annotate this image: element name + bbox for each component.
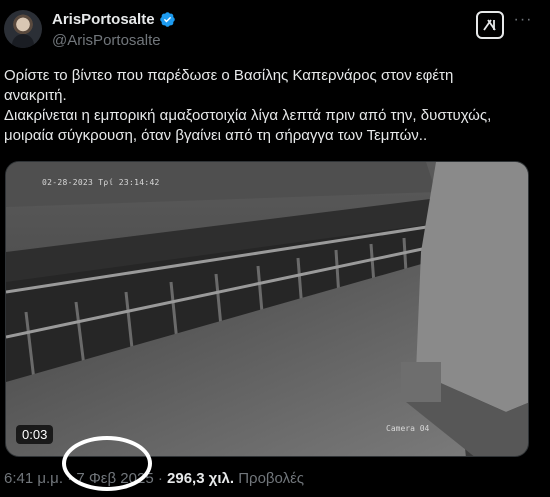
- cctv-frame: [6, 162, 528, 456]
- verified-badge-icon: [159, 11, 176, 28]
- views-count[interactable]: 296,3 χιλ.: [167, 470, 234, 487]
- video-duration-badge: 0:03: [16, 425, 54, 444]
- meta-separator: ·: [157, 470, 163, 487]
- tweet-text-line: Διακρίνεται η εμπορική αμαξοστοιχία λίγα…: [4, 107, 492, 124]
- tweet-date[interactable]: 7 Φεβ 2025: [76, 470, 153, 487]
- author-display-name[interactable]: ArisPortosalte: [52, 11, 155, 28]
- author-avatar[interactable]: [4, 10, 42, 48]
- pillar-base: [401, 362, 441, 402]
- tweet-text-line: Ορίστε το βίντεο που παρέδωσε ο Βασίλης …: [4, 67, 454, 84]
- author-handle[interactable]: @ArisPortosalte: [52, 32, 161, 49]
- grok-icon[interactable]: [476, 11, 504, 39]
- tweet-time[interactable]: 6:41 μ.μ.: [4, 470, 63, 487]
- tweet-text-line: ανακριτή.: [4, 87, 67, 104]
- video-camera-label: Camera 04: [386, 424, 430, 433]
- tweet-meta: 6:41 μ.μ. · 7 Φεβ 2025 · 296,3 χιλ. Προβ…: [4, 470, 304, 487]
- tweet-text: Ορίστε το βίντεο που παρέδωσε ο Βασίλης …: [4, 66, 544, 146]
- video-player[interactable]: 02-28-2023 Τρί 23:14:42 Camera 04 0:03: [5, 161, 529, 457]
- meta-separator: ·: [67, 470, 73, 487]
- views-label: Προβολές: [238, 470, 305, 487]
- tweet-text-line: μοιραία σύγκρουση, όταν βγαίνει από τη σ…: [4, 127, 428, 144]
- author-name-row: ArisPortosalte: [52, 11, 176, 28]
- more-options-icon[interactable]: ···: [512, 12, 534, 35]
- video-timestamp-overlay: 02-28-2023 Τρί 23:14:42: [42, 178, 160, 187]
- tweet-header: ArisPortosalte @ArisPortosalte ···: [0, 0, 550, 56]
